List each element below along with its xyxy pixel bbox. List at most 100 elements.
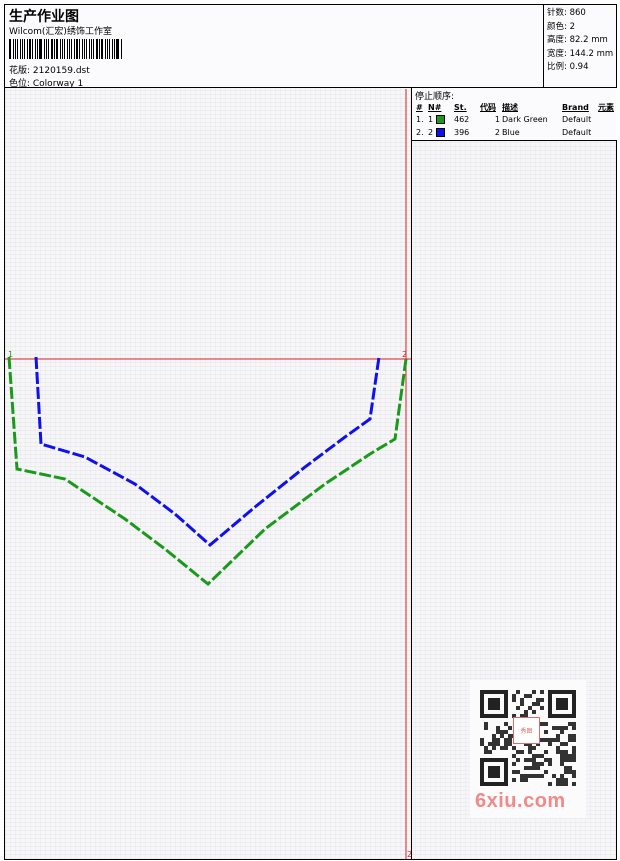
qr-module bbox=[548, 758, 552, 762]
qr-module bbox=[564, 726, 568, 730]
row-element bbox=[597, 113, 616, 126]
col-header-element: 元素 bbox=[598, 102, 614, 112]
barcode-bar bbox=[35, 39, 36, 59]
barcode-bar bbox=[86, 39, 87, 59]
qr-module bbox=[540, 754, 544, 758]
qr-module bbox=[544, 730, 548, 734]
qr-module bbox=[548, 738, 552, 742]
qr-module bbox=[512, 746, 516, 750]
row-code: 2 bbox=[494, 128, 500, 137]
qr-module bbox=[532, 690, 536, 694]
qr-module bbox=[556, 782, 560, 786]
barcode-bar bbox=[76, 39, 78, 59]
qr-module bbox=[548, 762, 552, 766]
qr-module bbox=[568, 734, 572, 738]
barcode-bar bbox=[15, 39, 16, 59]
table-row[interactable]: 1. 1 462 1 Dark Green Default bbox=[415, 113, 616, 126]
qr-module bbox=[552, 738, 556, 742]
qr-module bbox=[492, 738, 496, 742]
qr-module bbox=[564, 778, 568, 782]
qr-module bbox=[564, 782, 568, 786]
barcode-bar bbox=[54, 39, 55, 59]
qr-module bbox=[532, 766, 536, 770]
qr-module bbox=[484, 726, 488, 730]
qr-module bbox=[520, 702, 524, 706]
qr-module bbox=[516, 750, 520, 754]
barcode-bar bbox=[60, 39, 61, 59]
qr-module bbox=[572, 738, 576, 742]
sheet-header: 生产作业图 Wilcom(汇宏)绣饰工作室 花版: 2120159.dst 色位… bbox=[4, 4, 617, 89]
color-count: 颜色: 2 bbox=[547, 21, 575, 32]
qr-module bbox=[528, 746, 532, 750]
qr-module bbox=[564, 758, 568, 762]
qr-module bbox=[568, 766, 572, 770]
qr-module bbox=[488, 750, 492, 754]
row-element bbox=[597, 126, 616, 139]
qr-module bbox=[504, 746, 508, 750]
qr-module bbox=[524, 774, 528, 778]
col-header-number: N# bbox=[428, 102, 442, 112]
bottom-marker: 2 bbox=[407, 850, 411, 859]
barcode-bar bbox=[56, 39, 58, 59]
blue-outline-stitches bbox=[34, 356, 381, 547]
barcode-bar bbox=[71, 39, 72, 59]
stop-sequence-title: 停止顺序: bbox=[415, 92, 455, 102]
barcode-bar bbox=[44, 39, 45, 59]
qr-module bbox=[572, 770, 576, 774]
row-number-value: 1 bbox=[428, 115, 434, 124]
qr-module bbox=[508, 738, 512, 742]
design-width: 宽度: 144.2 mm bbox=[547, 48, 614, 59]
row-stitches: 462 bbox=[454, 115, 470, 124]
stitch-count: 针数: 860 bbox=[547, 8, 586, 18]
qr-module bbox=[540, 774, 544, 778]
row-index: 2. bbox=[416, 128, 424, 137]
qr-module bbox=[540, 690, 544, 694]
qr-module bbox=[540, 722, 544, 726]
qr-module bbox=[544, 722, 548, 726]
qr-module bbox=[532, 754, 536, 758]
design-scale: 比例: 0.94 bbox=[547, 62, 589, 72]
qr-module bbox=[568, 738, 572, 742]
qr-module bbox=[528, 766, 532, 770]
qr-module bbox=[504, 738, 508, 742]
col-header-description: 描述 bbox=[502, 102, 518, 112]
qr-module bbox=[524, 766, 528, 770]
qr-finder bbox=[488, 698, 500, 710]
table-row[interactable]: 2. 2 396 2 Blue Default bbox=[415, 126, 616, 139]
qr-module bbox=[572, 750, 576, 754]
barcode-bar bbox=[107, 39, 108, 59]
qr-module bbox=[480, 738, 484, 742]
qr-module bbox=[572, 722, 576, 726]
qr-module bbox=[560, 782, 564, 786]
qr-module bbox=[528, 706, 532, 710]
qr-module bbox=[560, 778, 564, 782]
qr-module bbox=[496, 726, 500, 730]
qr-module bbox=[548, 782, 552, 786]
barcode-bar bbox=[20, 39, 21, 59]
barcode-bar bbox=[112, 39, 113, 59]
barcode-bar bbox=[27, 39, 28, 59]
col-header-index: # bbox=[416, 102, 423, 112]
qr-module bbox=[532, 746, 536, 750]
row-stitches: 396 bbox=[454, 128, 470, 137]
barcode-bar bbox=[32, 39, 33, 59]
row-description: Blue bbox=[502, 128, 520, 137]
qr-module bbox=[572, 746, 576, 750]
barcode-bar bbox=[64, 39, 65, 59]
barcode-bar bbox=[74, 39, 75, 59]
barcode-bar bbox=[46, 39, 47, 59]
qr-module bbox=[484, 746, 488, 750]
qr-module bbox=[512, 754, 516, 758]
qr-module bbox=[512, 694, 516, 698]
qr-module bbox=[540, 698, 544, 702]
barcode-bar bbox=[79, 39, 80, 59]
col-header-stitches: St. bbox=[454, 102, 467, 112]
qr-module bbox=[560, 754, 564, 758]
qr-module bbox=[520, 698, 524, 702]
barcode-bar bbox=[93, 39, 94, 59]
qr-module bbox=[572, 726, 576, 730]
qr-module bbox=[540, 706, 544, 710]
qr-module bbox=[556, 750, 560, 754]
barcode-bar bbox=[62, 39, 63, 59]
barcode-bar bbox=[91, 39, 92, 59]
